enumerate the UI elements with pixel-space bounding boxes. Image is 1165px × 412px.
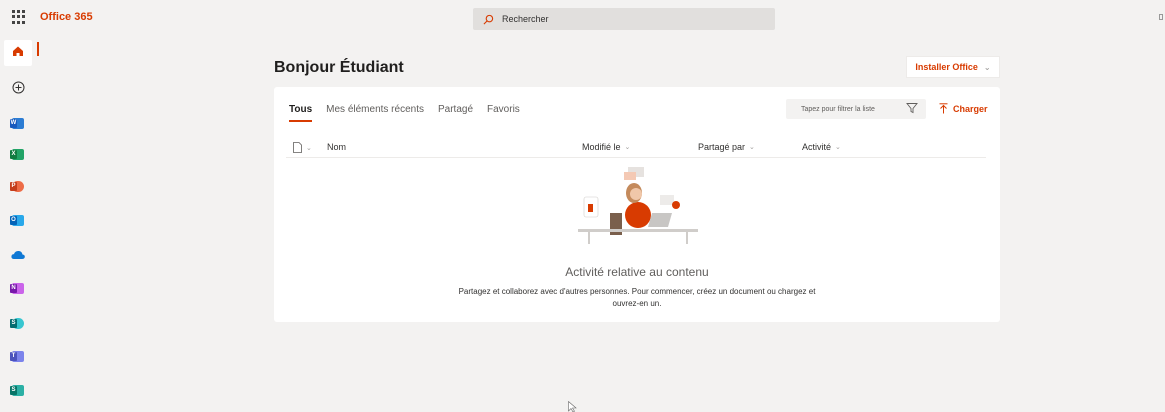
tab-shared[interactable]: Partagé: [438, 104, 473, 115]
create-icon[interactable]: [10, 79, 26, 95]
tab-recent[interactable]: Mes éléments récents: [326, 104, 424, 115]
chevron-down-icon: ⌄: [983, 62, 991, 72]
chevron-down-icon: ⌄: [835, 144, 841, 151]
file-type-header[interactable]: ⌄: [293, 142, 312, 153]
active-indicator: [37, 42, 39, 56]
upload-label: Charger: [953, 103, 988, 114]
column-header-name[interactable]: Nom: [327, 142, 346, 152]
chevron-down-icon: ⌄: [749, 144, 755, 151]
content-card: Tous Mes éléments récents Partagé Favori…: [274, 87, 1000, 322]
search-icon: [483, 14, 494, 24]
filter-tabs: Tous Mes éléments récents Partagé Favori…: [289, 104, 520, 122]
page-title: Bonjour Étudiant: [274, 59, 404, 76]
sway-icon[interactable]: S: [10, 382, 26, 398]
empty-state-title: Activité relative au contenu: [565, 265, 709, 279]
excel-icon[interactable]: X: [10, 146, 26, 162]
document-icon: [293, 142, 302, 153]
top-bar: Office 365 Rechercher: [0, 0, 1165, 36]
column-header-shared-by[interactable]: Partagé par ⌄: [698, 142, 755, 152]
column-header-activity[interactable]: Activité ⌄: [802, 142, 841, 152]
install-office-button[interactable]: Installer Office ⌄: [906, 56, 1000, 78]
column-label-name: Nom: [327, 142, 347, 152]
install-office-label: Installer Office: [915, 62, 978, 72]
home-icon[interactable]: [10, 43, 26, 59]
filter-icon[interactable]: [906, 102, 918, 114]
outlook-icon[interactable]: O: [10, 212, 26, 228]
teams-icon[interactable]: T: [10, 348, 26, 364]
empty-state-illustration: [578, 167, 698, 244]
sharepoint-icon[interactable]: S: [10, 315, 26, 331]
chevron-down-icon: ⌄: [624, 144, 631, 151]
settings-icon[interactable]: [1159, 14, 1163, 20]
brand-title[interactable]: Office 365: [40, 11, 93, 23]
onenote-icon[interactable]: N: [10, 280, 26, 296]
chevron-down-icon: ⌄: [306, 144, 312, 152]
tab-favorites[interactable]: Favoris: [487, 104, 520, 115]
column-label-modified: Modifié le: [582, 142, 621, 152]
tab-all[interactable]: Tous: [289, 104, 313, 122]
powerpoint-icon[interactable]: P: [10, 178, 26, 194]
filter-placeholder: Tapez pour filtrer la liste: [801, 105, 875, 113]
empty-state-description: Partagez et collaborez avec d'autres per…: [458, 287, 816, 308]
left-rail: W X P O N S T S: [0, 36, 36, 412]
column-label-activity: Activité: [802, 142, 832, 152]
upload-button[interactable]: Charger: [939, 103, 988, 114]
word-icon[interactable]: W: [10, 115, 26, 131]
mouse-cursor-icon: [568, 401, 577, 412]
search-placeholder: Rechercher: [502, 14, 549, 24]
column-header-modified[interactable]: Modifié le ⌄: [582, 142, 630, 152]
onedrive-icon[interactable]: [10, 246, 26, 262]
search-box[interactable]: Rechercher: [473, 8, 775, 30]
upload-icon: [939, 103, 948, 114]
filter-input[interactable]: Tapez pour filtrer la liste: [786, 99, 926, 119]
column-label-shared-by: Partagé par: [698, 142, 746, 152]
header-divider: [286, 157, 986, 158]
app-launcher-icon[interactable]: [12, 10, 26, 24]
